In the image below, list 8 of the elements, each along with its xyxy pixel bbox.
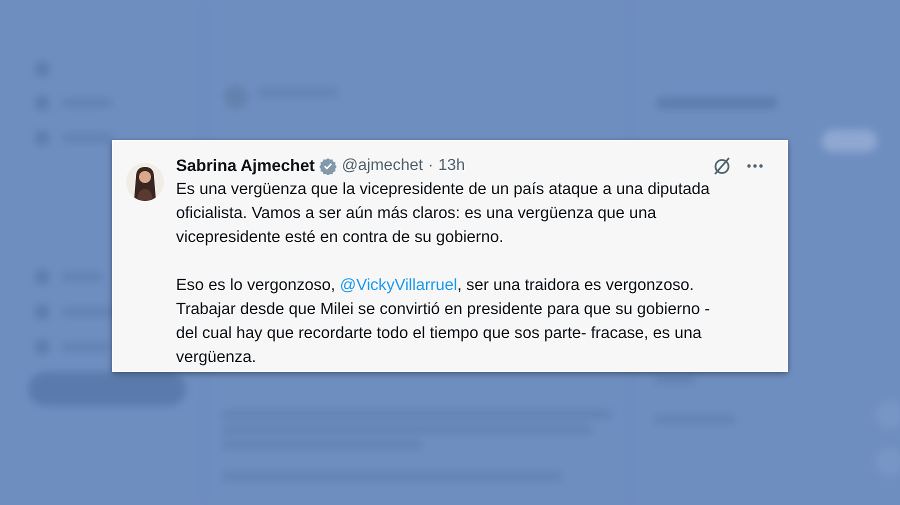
slashed-circle-icon[interactable] (712, 156, 732, 176)
tweet-text: Es una vergüenza que la vicepresidente de un país ataque a una diputada oficialista. Vamos a ser aún más claros: es una vergüenza que una vicepresidente esté en contra de su gobierno. (176, 179, 711, 248)
tweet-text: Eso es lo vergonzoso, @VickyVillarruel, ser una traidora es vergonzoso. Trabajar desde que Milei se convirtió en presidente para que su gobierno - del cual hay que recordarte todo el tiempo que sos parte- fracase, es una vergüenza. (176, 275, 711, 368)
separator-dot: · (428, 157, 434, 175)
post-time[interactable]: 13h (438, 157, 465, 175)
author-name[interactable]: Sabrina Ajmechet (176, 156, 315, 176)
avatar-icon (126, 163, 164, 201)
author-handle[interactable]: @ajmechet (342, 157, 423, 175)
